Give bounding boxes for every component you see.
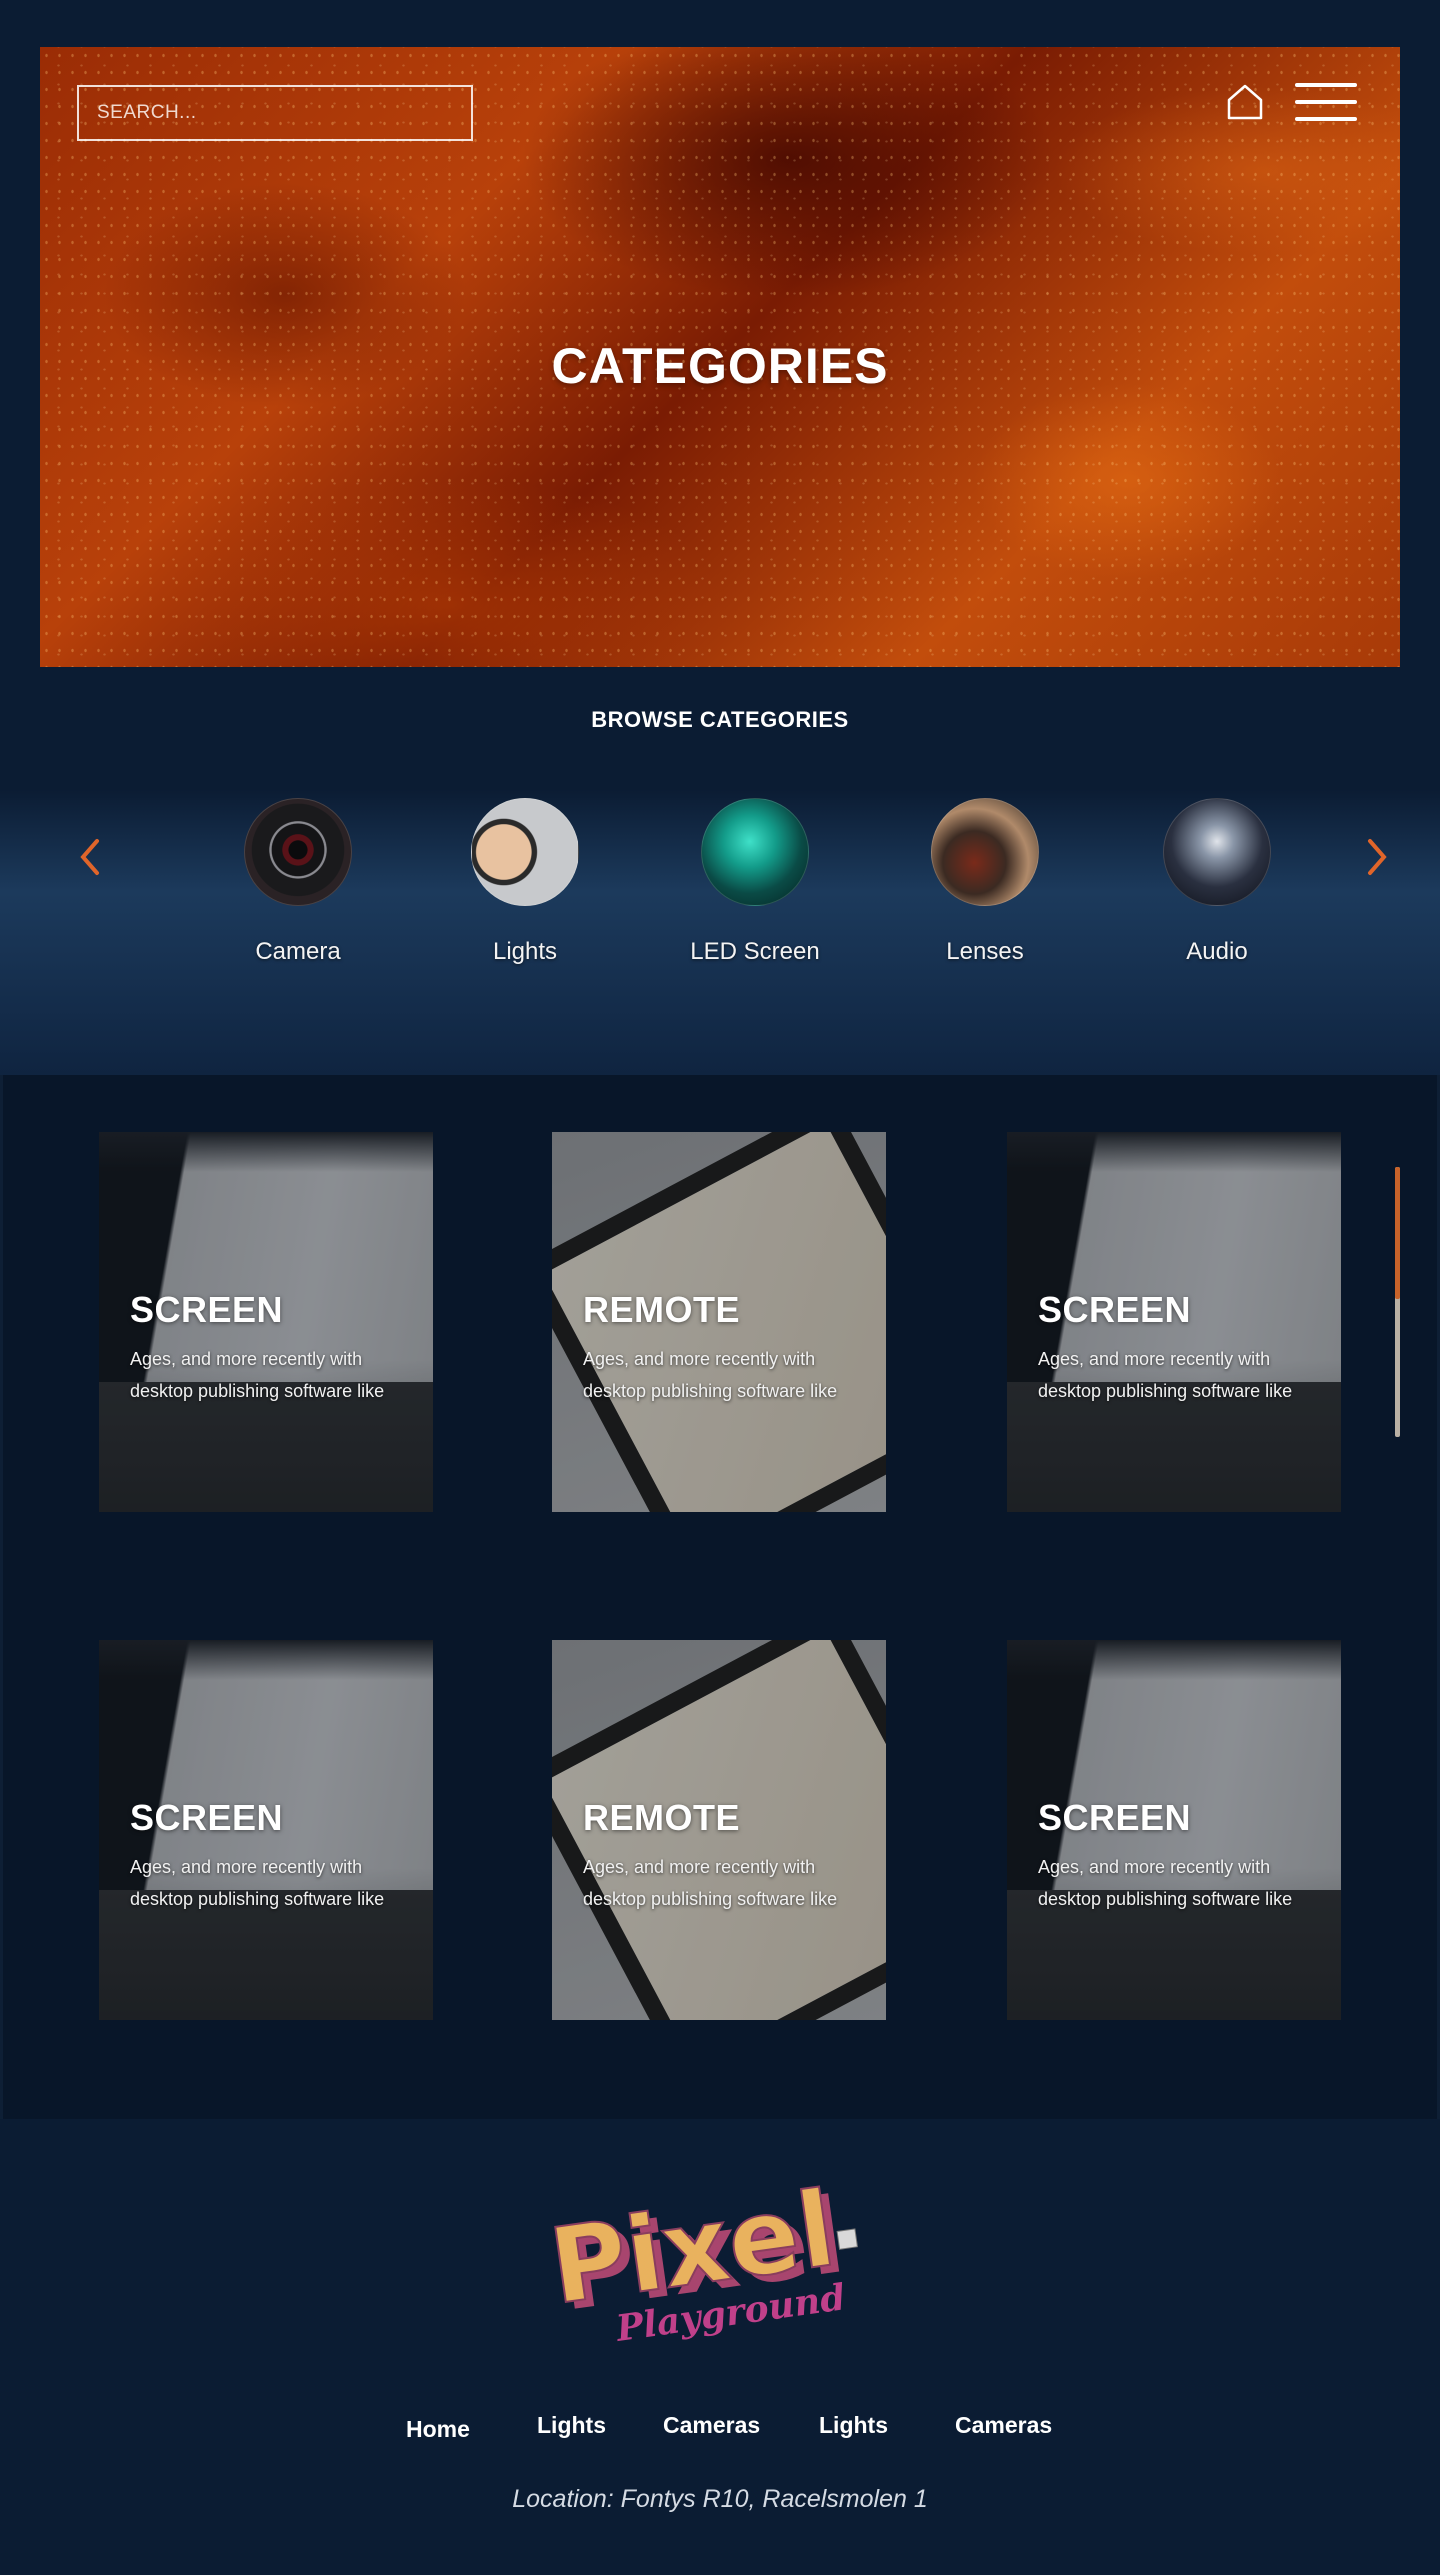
hamburger-menu-icon[interactable] xyxy=(1295,83,1357,125)
menu-line xyxy=(1295,117,1357,121)
footer-link-cameras[interactable]: Cameras xyxy=(663,2412,760,2439)
menu-line xyxy=(1295,100,1357,104)
category-label: Audio xyxy=(1186,938,1248,965)
product-card-screen[interactable]: SCREEN Ages, and more recently with desk… xyxy=(99,1132,433,1512)
footer-link-lights[interactable]: Lights xyxy=(537,2412,606,2439)
footer: Pixel Pixel Playground Home Lights Camer… xyxy=(0,2119,1440,2575)
card-description: Ages, and more recently with desktop pub… xyxy=(1038,1857,1293,1909)
category-audio[interactable]: Audio xyxy=(1137,798,1297,966)
category-lenses[interactable]: Lenses xyxy=(905,798,1065,966)
card-title: SCREEN xyxy=(130,1289,284,1330)
lights-thumbnail xyxy=(471,798,579,906)
camera-thumbnail xyxy=(244,798,352,906)
product-card-screen[interactable]: SCREEN Ages, and more recently with desk… xyxy=(1007,1132,1341,1512)
footer-link-lights[interactable]: Lights xyxy=(819,2412,888,2439)
pixel-playground-logo[interactable]: Pixel Pixel Playground xyxy=(548,2171,878,2351)
card-description: Ages, and more recently with desktop pub… xyxy=(130,1857,385,1909)
category-lights[interactable]: Lights xyxy=(445,798,605,966)
lenses-thumbnail xyxy=(931,798,1039,906)
scrollbar[interactable] xyxy=(1395,1167,1400,1437)
page-title: CATEGORIES xyxy=(551,338,889,394)
card-description: Ages, and more recently with desktop pub… xyxy=(1038,1349,1293,1401)
footer-nav: Home Lights Cameras Lights Cameras xyxy=(0,2412,1440,2452)
location-text: Location: Fontys R10, Racelsmolen 1 xyxy=(512,2485,928,2513)
browse-title: BROWSE CATEGORIES xyxy=(591,707,849,732)
search-input[interactable] xyxy=(77,85,473,141)
product-card-remote[interactable]: REMOTE Ages, and more recently with desk… xyxy=(552,1132,886,1512)
product-card-remote[interactable]: REMOTE Ages, and more recently with desk… xyxy=(552,1640,886,2020)
category-label: Camera xyxy=(255,938,341,965)
chevron-left-icon[interactable] xyxy=(75,837,105,877)
footer-link-cameras[interactable]: Cameras xyxy=(955,2412,1052,2439)
hero-banner: CATEGORIES xyxy=(40,47,1400,667)
menu-line xyxy=(1295,83,1357,87)
product-card-screen[interactable]: SCREEN Ages, and more recently with desk… xyxy=(1007,1640,1341,2020)
category-label: LED Screen xyxy=(690,938,820,965)
card-description: Ages, and more recently with desktop pub… xyxy=(583,1349,838,1401)
footer-link-home[interactable]: Home xyxy=(406,2416,470,2443)
category-label: Lights xyxy=(492,938,558,965)
card-title: SCREEN xyxy=(1038,1797,1192,1838)
card-title: SCREEN xyxy=(130,1797,284,1838)
browse-categories-section: BROWSE CATEGORIES Camera Lights LED Scre… xyxy=(0,667,1440,1075)
card-title: SCREEN xyxy=(1038,1289,1192,1330)
card-description: Ages, and more recently with desktop pub… xyxy=(583,1857,838,1909)
category-led-screen[interactable]: LED Screen xyxy=(675,798,835,966)
home-icon[interactable] xyxy=(1223,80,1267,124)
card-title: REMOTE xyxy=(583,1797,741,1838)
led-screen-thumbnail xyxy=(701,798,809,906)
product-card-screen[interactable]: SCREEN Ages, and more recently with desk… xyxy=(99,1640,433,2020)
card-description: Ages, and more recently with desktop pub… xyxy=(130,1349,385,1401)
category-label: Lenses xyxy=(946,938,1024,965)
card-title: REMOTE xyxy=(583,1289,741,1330)
product-grid: SCREEN Ages, and more recently with desk… xyxy=(0,1075,1440,2119)
category-camera[interactable]: Camera xyxy=(218,798,378,966)
chevron-right-icon[interactable] xyxy=(1362,837,1392,877)
audio-thumbnail xyxy=(1163,798,1271,906)
scrollbar-thumb[interactable] xyxy=(1395,1167,1400,1299)
